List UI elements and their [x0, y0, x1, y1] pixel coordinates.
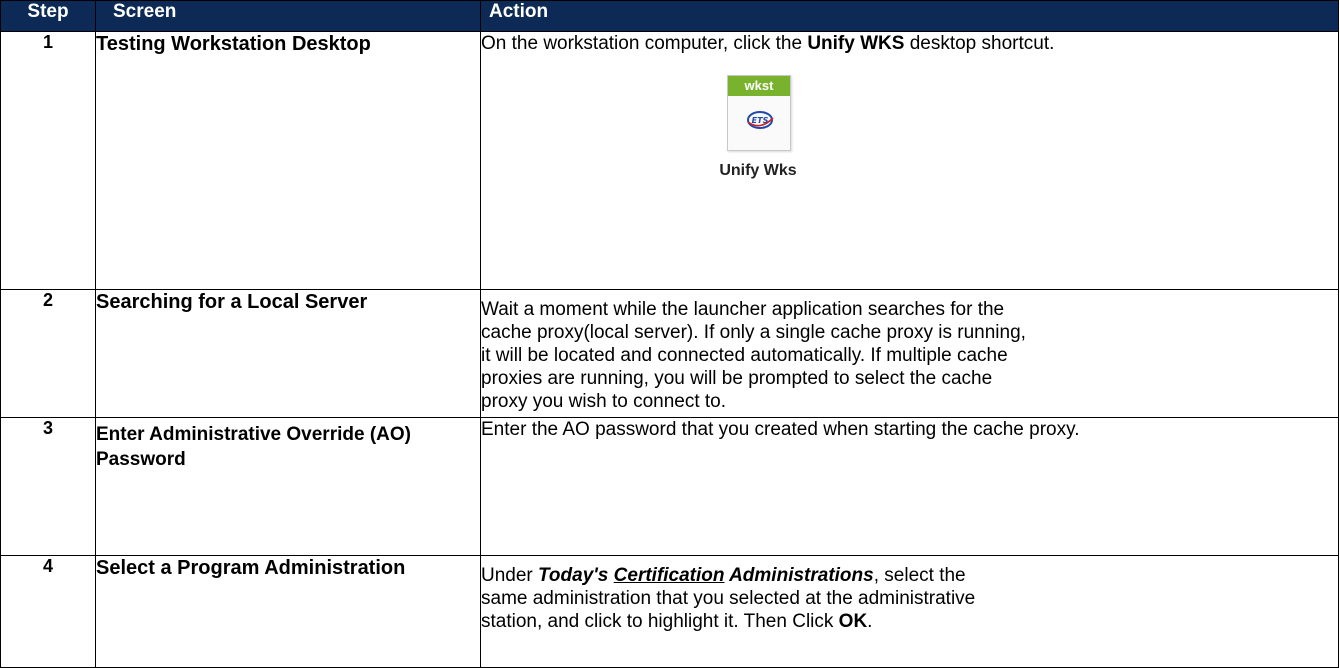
action-text: Enter the AO password that you created w…: [481, 419, 1080, 440]
ok-label: OK: [838, 611, 868, 632]
step-number: 4: [0, 555, 96, 668]
action-cell: Enter the AO password that you created w…: [480, 417, 1339, 556]
screen-name: Select a Program Administration: [95, 555, 481, 668]
action-line: cache proxy(local server). If only a sin…: [481, 322, 1026, 343]
action-line: Under Today's Certification Administrati…: [481, 565, 966, 586]
table-row: 1 Testing Workstation Desktop On the wor…: [0, 31, 1339, 290]
screen-name: Testing Workstation Desktop: [95, 31, 481, 290]
action-cell: Wait a moment while the launcher applica…: [480, 289, 1339, 418]
shortcut-tile: wkst ETS: [727, 75, 791, 151]
unify-wks-shortcut[interactable]: wkst ETS Unify Wks: [685, 65, 835, 185]
step-number: 1: [0, 31, 96, 290]
shortcut-caption: Unify Wks: [719, 162, 797, 179]
step-number: 2: [0, 289, 96, 418]
screen-name: Searching for a Local Server: [95, 289, 481, 418]
screen-name: Enter Administrative Override (AO) Passw…: [95, 417, 481, 556]
action-line: same administration that you selected at…: [481, 588, 976, 609]
table-row: 2 Searching for a Local Server Wait a mo…: [0, 289, 1339, 418]
action-cell: Under Today's Certification Administrati…: [480, 555, 1339, 668]
header-step: Step: [0, 0, 96, 32]
shortcut-tile-label: wkst: [728, 76, 790, 96]
header-action: Action: [480, 0, 1339, 32]
action-line: proxy you wish to connect to.: [481, 391, 727, 412]
header-screen: Screen: [95, 0, 481, 32]
action-line: proxies are running, you will be prompte…: [481, 368, 993, 389]
action-line: station, and click to highlight it. Then…: [481, 611, 873, 632]
steps-table: Step Screen Action 1 Testing Workstation…: [0, 0, 1339, 668]
shortcut-name: Unify WKS: [807, 33, 905, 54]
action-line: it will be located and connected automat…: [481, 345, 1008, 366]
action-line: Wait a moment while the launcher applica…: [481, 299, 1005, 320]
svg-text:ETS: ETS: [752, 116, 769, 125]
step-number: 3: [0, 417, 96, 556]
table-row: 3 Enter Administrative Override (AO) Pas…: [0, 417, 1339, 556]
ets-logo-icon: ETS: [747, 111, 774, 129]
table-header: Step Screen Action: [0, 0, 1339, 32]
action-text: On the workstation computer, click the U…: [481, 33, 1055, 54]
table-row: 4 Select a Program Administration Under …: [0, 555, 1339, 668]
action-cell: On the workstation computer, click the U…: [480, 31, 1339, 290]
